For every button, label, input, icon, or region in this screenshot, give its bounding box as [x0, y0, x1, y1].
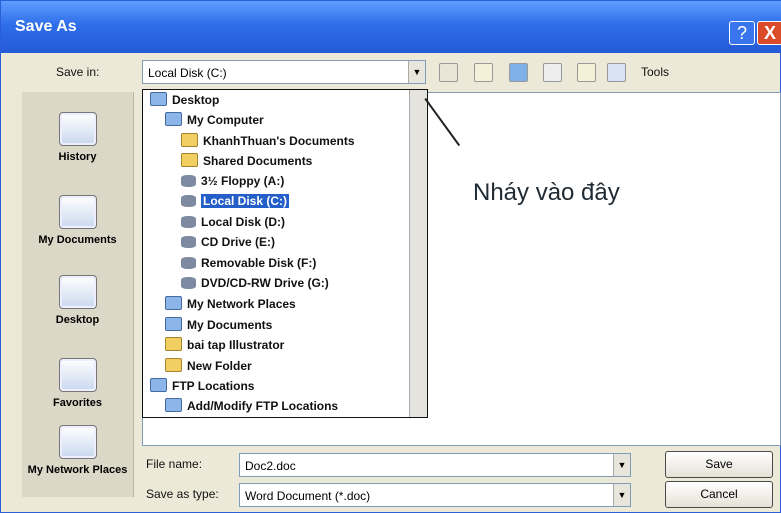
- drive-icon: [181, 195, 196, 207]
- network-icon: [58, 425, 97, 459]
- file-name-value: Doc2.doc: [245, 459, 296, 473]
- dropdown-label: Add/Modify FTP Locations: [187, 399, 339, 413]
- folder-icon: [181, 153, 198, 167]
- file-name-label: File name:: [146, 457, 203, 471]
- save-in-dropdown[interactable]: Local Disk (C:) ▼: [142, 60, 426, 84]
- dropdown-item-shared[interactable]: Shared Documents: [181, 153, 312, 173]
- folder-icon: [58, 195, 97, 229]
- folder-icon: [165, 358, 182, 372]
- save-as-dialog: Save As ? X Save in: Local Disk (C:) ▼ T…: [0, 0, 781, 513]
- views-icon[interactable]: [607, 63, 626, 82]
- dropdown-label: 3½ Floppy (A:): [201, 174, 285, 188]
- dropdown-label: My Network Places: [187, 297, 296, 311]
- floppy-icon: [181, 175, 196, 187]
- drive-icon: [181, 216, 196, 228]
- places-label: My Network Places: [27, 464, 128, 476]
- dropdown-item-my-computer[interactable]: My Computer: [165, 112, 264, 132]
- dropdown-item-removable[interactable]: Removable Disk (F:): [181, 256, 316, 276]
- places-favorites[interactable]: Favorites: [22, 358, 133, 409]
- dropdown-item-dvd[interactable]: DVD/CD-RW Drive (G:): [181, 276, 329, 296]
- file-name-field[interactable]: Doc2.doc ▼: [239, 453, 631, 477]
- dropdown-label: CD Drive (E:): [201, 235, 276, 249]
- dropdown-label: Local Disk (D:): [201, 215, 286, 229]
- dropdown-label: My Computer: [187, 113, 264, 127]
- desktop-icon: [58, 275, 97, 309]
- back-icon[interactable]: [439, 63, 458, 82]
- history-icon: [58, 112, 97, 146]
- dropdown-label: DVD/CD-RW Drive (G:): [201, 276, 329, 290]
- removable-disk-icon: [181, 257, 196, 269]
- dropdown-item-network[interactable]: My Network Places: [165, 296, 296, 316]
- dialog-title: Save As: [15, 18, 77, 35]
- folder-icon: [181, 133, 198, 147]
- delete-icon[interactable]: [543, 63, 562, 82]
- title-bar: Save As ? X: [1, 1, 781, 53]
- dropdown-item-documents[interactable]: KhanhThuan's Documents: [181, 133, 355, 153]
- dropdown-item-cd[interactable]: CD Drive (E:): [181, 235, 275, 255]
- dvd-drive-icon: [181, 277, 196, 289]
- chevron-down-icon[interactable]: ▼: [613, 454, 630, 476]
- dropdown-label: Removable Disk (F:): [201, 256, 317, 270]
- dropdown-label: FTP Locations: [172, 379, 255, 393]
- documents-icon: [165, 317, 182, 331]
- chevron-down-icon[interactable]: ▼: [613, 484, 630, 506]
- dropdown-item-new-folder[interactable]: New Folder: [165, 358, 252, 378]
- places-desktop[interactable]: Desktop: [22, 275, 133, 326]
- save-button[interactable]: Save: [665, 451, 773, 478]
- dropdown-label: KhanhThuan's Documents: [203, 134, 355, 148]
- dropdown-item-ftp[interactable]: FTP Locations: [150, 378, 254, 398]
- dropdown-item-local-c[interactable]: Local Disk (C:): [181, 194, 290, 214]
- location-dropdown-list[interactable]: Desktop My Computer KhanhThuan's Documen…: [142, 89, 428, 418]
- save-type-value: Word Document (*.doc): [245, 489, 371, 503]
- places-label: History: [58, 151, 97, 163]
- dropdown-item-local-d[interactable]: Local Disk (D:): [181, 215, 285, 235]
- cancel-button[interactable]: Cancel: [665, 481, 773, 508]
- ftp-icon: [150, 378, 167, 392]
- save-in-label: Save in:: [56, 65, 100, 79]
- dropdown-label: bai tap Illustrator: [187, 338, 285, 352]
- star-icon: [58, 358, 97, 392]
- computer-icon: [165, 112, 182, 126]
- save-type-select[interactable]: Word Document (*.doc) ▼: [239, 483, 631, 507]
- dropdown-item-desktop[interactable]: Desktop: [150, 92, 219, 112]
- close-button[interactable]: X: [757, 21, 781, 45]
- places-network[interactable]: My Network Places: [22, 425, 133, 476]
- dropdown-label: New Folder: [187, 359, 252, 373]
- dropdown-item-illustrator[interactable]: bai tap Illustrator: [165, 337, 284, 357]
- save-in-value: Local Disk (C:): [148, 66, 227, 80]
- desktop-icon: [150, 92, 167, 106]
- callout-text: Nháy vào đây: [473, 179, 620, 206]
- help-button[interactable]: ?: [729, 21, 755, 45]
- places-label: My Documents: [38, 234, 117, 246]
- save-type-label: Save as type:: [146, 487, 219, 501]
- places-label: Favorites: [53, 397, 102, 409]
- dropdown-label: Shared Documents: [203, 154, 313, 168]
- dropdown-scrollbar[interactable]: [409, 90, 427, 417]
- dropdown-label: Desktop: [172, 93, 220, 107]
- search-web-icon[interactable]: [509, 63, 528, 82]
- places-my-documents[interactable]: My Documents: [22, 195, 133, 246]
- new-folder-icon[interactable]: [577, 63, 596, 82]
- places-history[interactable]: History: [22, 112, 133, 163]
- cd-drive-icon: [181, 236, 196, 248]
- chevron-down-icon[interactable]: ▼: [408, 61, 425, 83]
- network-icon: [165, 296, 182, 310]
- places-label: Desktop: [55, 314, 100, 326]
- places-bar: History My Documents Desktop Favorites M…: [22, 92, 134, 497]
- tools-menu[interactable]: Tools: [641, 65, 669, 79]
- up-folder-icon[interactable]: [474, 63, 493, 82]
- dropdown-item-floppy[interactable]: 3½ Floppy (A:): [181, 174, 284, 194]
- dropdown-item-my-documents[interactable]: My Documents: [165, 317, 272, 337]
- dropdown-item-add-ftp[interactable]: Add/Modify FTP Locations: [165, 398, 338, 418]
- folder-icon: [165, 337, 182, 351]
- ftp-icon: [165, 398, 182, 412]
- dropdown-label: Local Disk (C:): [201, 194, 290, 208]
- dropdown-label: My Documents: [187, 318, 273, 332]
